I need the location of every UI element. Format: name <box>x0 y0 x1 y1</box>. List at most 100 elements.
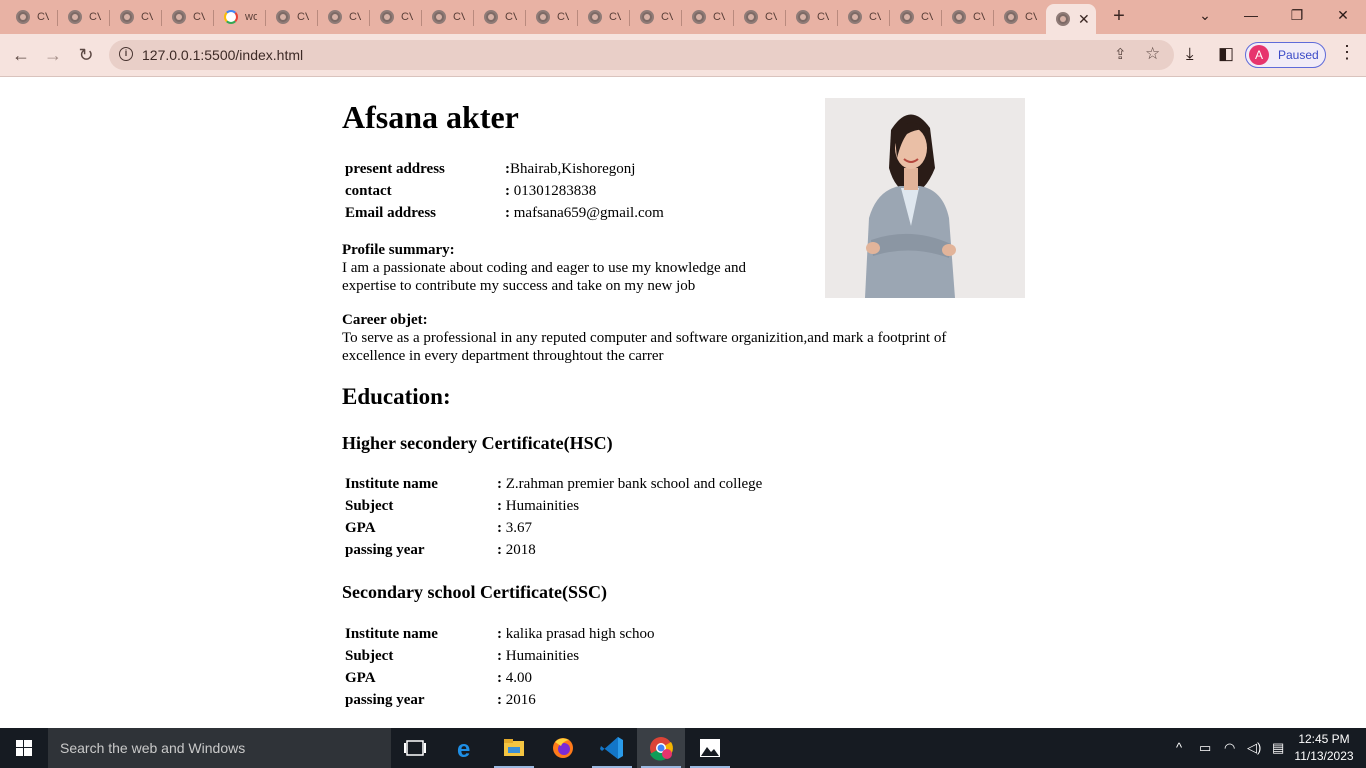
browser-tab[interactable]: CV <box>474 4 526 30</box>
browser-tab[interactable]: CV <box>318 4 370 30</box>
forward-arrow-icon[interactable]: → <box>41 43 65 67</box>
battery-icon[interactable]: ▭ <box>1199 740 1211 756</box>
restore-button[interactable]: ❐ <box>1274 0 1320 32</box>
globe-icon <box>744 10 758 24</box>
globe-icon <box>900 10 914 24</box>
field-label: Institute name <box>345 476 438 492</box>
svg-text:e: e <box>457 736 470 763</box>
edge-icon[interactable]: e <box>441 728 489 768</box>
vscode-icon[interactable] <box>588 728 636 768</box>
side-panel-icon[interactable]: ◧ <box>1218 44 1234 64</box>
ssc-heading: Secondary school Certificate(SSC) <box>342 582 607 602</box>
profile-summary-text: expertise to contribute my success and t… <box>342 278 696 294</box>
browser-tab[interactable]: CV <box>266 4 318 30</box>
page-content: Afsana akter present address:Bhairab,Kis… <box>0 77 1366 728</box>
taskbar-search-box[interactable]: Search the web and Windows <box>48 728 391 768</box>
profile-button[interactable]: A Paused <box>1245 42 1326 68</box>
close-tab-icon[interactable]: ✕ <box>1078 11 1090 28</box>
photos-icon[interactable] <box>686 728 734 768</box>
menu-kebab-icon[interactable]: ⋮ <box>1338 42 1356 63</box>
firefox-icon[interactable] <box>539 728 587 768</box>
browser-tab[interactable]: CV <box>110 4 162 30</box>
clock-time: 12:45 PM <box>1298 732 1350 746</box>
profile-status: Paused <box>1278 48 1319 62</box>
field-value: : kalika prasad high schoo <box>497 626 655 642</box>
url-text[interactable]: 127.0.0.1:5500/index.html <box>142 47 303 63</box>
field-label: passing year <box>345 542 425 558</box>
task-view-icon[interactable] <box>392 728 440 768</box>
globe-icon <box>16 10 30 24</box>
profile-photo <box>825 98 1025 298</box>
field-label: Subject <box>345 498 394 514</box>
browser-tab[interactable]: CV <box>162 4 214 30</box>
field-label: GPA <box>345 520 376 536</box>
globe-icon <box>1056 12 1070 26</box>
taskbar: Search the web and Windows e ^ ▭ ◠ ◁) ▤ … <box>0 728 1366 768</box>
browser-tab[interactable]: CV <box>422 4 474 30</box>
field-value: : Humainities <box>497 648 580 664</box>
field-label: GPA <box>345 670 376 686</box>
career-objective: Career objet: To serve as a professional… <box>342 311 946 365</box>
wifi-icon[interactable]: ◠ <box>1224 740 1235 756</box>
career-objective-heading: Career objet: <box>342 312 428 328</box>
field-value: : 01301283838 <box>505 183 597 199</box>
start-button[interactable] <box>0 728 48 768</box>
resume-name: Afsana akter <box>342 99 519 135</box>
field-value: : 4.00 <box>497 670 532 686</box>
browser-tab[interactable]: CV <box>630 4 682 30</box>
file-explorer-icon[interactable] <box>490 728 538 768</box>
bookmark-star-icon[interactable]: ☆ <box>1145 44 1160 64</box>
globe-icon <box>432 10 446 24</box>
hsc-heading: Higher secondery Certificate(HSC) <box>342 433 613 453</box>
minimize-button[interactable]: — <box>1228 0 1274 32</box>
career-objective-text: To serve as a professional in any repute… <box>342 330 947 346</box>
field-label: Subject <box>345 648 394 664</box>
field-value: : 2018 <box>497 542 536 558</box>
share-icon[interactable]: ⇪ <box>1114 45 1127 63</box>
career-objective-text: excellence in every department throughto… <box>342 348 664 364</box>
browser-tab[interactable]: CV <box>682 4 734 30</box>
search-placeholder: Search the web and Windows <box>60 740 246 756</box>
browser-tab[interactable]: CV <box>578 4 630 30</box>
address-bar[interactable]: i 127.0.0.1:5500/index.html ⇪ ☆ <box>109 40 1174 70</box>
browser-tab[interactable]: CV <box>838 4 890 30</box>
volume-icon[interactable]: ◁) <box>1247 740 1261 756</box>
globe-icon <box>640 10 654 24</box>
browser-tab[interactable]: CV <box>734 4 786 30</box>
browser-tab[interactable]: CV <box>370 4 422 30</box>
field-value: : Humainities <box>497 498 580 514</box>
back-arrow-icon[interactable]: ← <box>9 43 33 67</box>
reload-icon[interactable]: ↻ <box>74 43 98 67</box>
close-window-button[interactable]: ✕ <box>1320 0 1366 32</box>
avatar: A <box>1249 45 1269 65</box>
globe-icon <box>692 10 706 24</box>
field-value: : Z.rahman premier bank school and colle… <box>497 476 763 492</box>
tab-strip: CV CV CV CV wo CV CV CV CV CV CV CV CV C… <box>0 0 1366 34</box>
globe-icon <box>380 10 394 24</box>
field-value: : 2016 <box>497 692 536 708</box>
browser-tab[interactable]: CV <box>942 4 994 30</box>
browser-tab-google[interactable]: wo <box>214 4 266 30</box>
profile-summary: Profile summary: I am a passionate about… <box>342 241 746 295</box>
chrome-icon[interactable] <box>637 728 685 768</box>
globe-icon <box>328 10 342 24</box>
globe-icon <box>484 10 498 24</box>
browser-tab[interactable]: CV <box>6 4 58 30</box>
notification-icon[interactable]: ▤ <box>1272 740 1284 756</box>
download-icon[interactable]: ⤓ <box>1186 44 1194 64</box>
browser-tab[interactable]: CV <box>58 4 110 30</box>
browser-tab-active[interactable]: ✕ <box>1046 4 1096 34</box>
globe-icon <box>68 10 82 24</box>
browser-tab[interactable]: CV <box>526 4 578 30</box>
browser-tab[interactable]: CV <box>786 4 838 30</box>
browser-toolbar: ← → ↻ i 127.0.0.1:5500/index.html ⇪ ☆ ⤓ … <box>0 34 1366 77</box>
taskbar-clock[interactable]: 12:45 PM 11/13/2023 <box>1290 731 1358 765</box>
field-value: : 3.67 <box>497 520 532 536</box>
chevron-up-icon[interactable]: ^ <box>1176 740 1182 755</box>
browser-tab[interactable]: CV <box>890 4 942 30</box>
tab-search-button[interactable]: ⌄ <box>1182 0 1228 32</box>
field-value: : mafsana659@gmail.com <box>505 205 664 221</box>
site-info-icon[interactable]: i <box>119 47 133 61</box>
browser-tab[interactable]: CV <box>994 4 1046 30</box>
new-tab-button[interactable]: + <box>1108 5 1130 27</box>
